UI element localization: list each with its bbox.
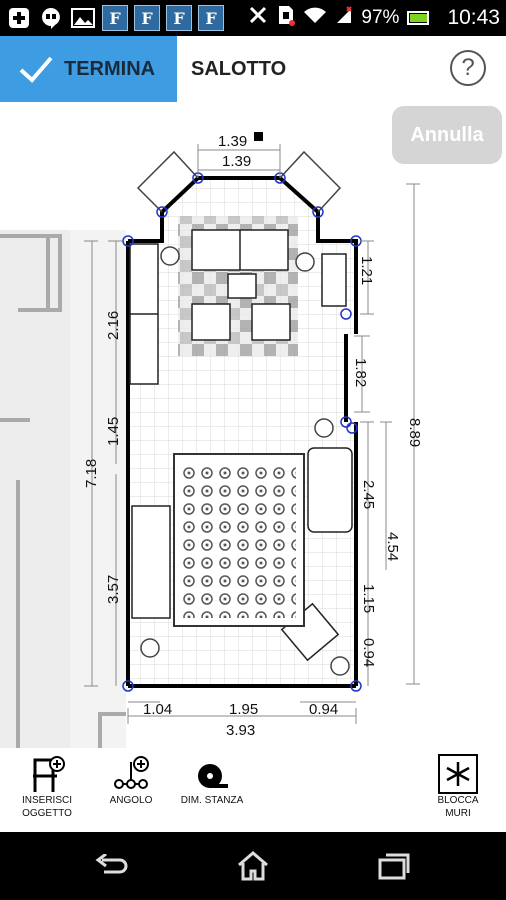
cabinet[interactable] — [321, 253, 347, 307]
adjacent-room — [0, 230, 126, 748]
battery-percent: 97% — [361, 7, 400, 28]
signal-icon — [335, 5, 353, 31]
corner-label: ANGOLO — [109, 795, 153, 806]
status-bar: F F F F 97% 10:43 — [0, 0, 506, 36]
dim-right-lower-c: 0.94 — [360, 638, 377, 667]
hangouts-icon — [38, 5, 64, 31]
dim-left-middle: 1.45 — [105, 417, 122, 446]
dim-bottom-right: 0.94 — [309, 701, 338, 718]
lock-walls-button[interactable]: BLOCCA MURI — [434, 754, 482, 820]
dim-right-upper: 1.21 — [358, 256, 375, 285]
floor-plan-canvas[interactable]: 1.39 1.39 1.21 1.82 8.89 2.16 1.45 7.18 … — [0, 104, 506, 748]
navigation-bar — [0, 832, 506, 900]
lock-walls-label: BLOCCA MURI — [437, 795, 479, 819]
dim-right-lower-b: 1.15 — [360, 584, 377, 613]
chair-plus-icon — [33, 756, 65, 792]
dim-bottom-left: 1.04 — [143, 701, 172, 718]
back-button[interactable] — [92, 850, 132, 882]
tape-measure-icon — [198, 764, 228, 788]
dim-left-total: 7.18 — [83, 459, 100, 488]
recent-apps-icon — [378, 853, 410, 880]
dim-left-upper: 2.16 — [105, 311, 122, 340]
armchair[interactable] — [191, 303, 231, 341]
battery-icon — [407, 11, 430, 25]
app-icon: F — [102, 5, 128, 31]
app-icon: F — [166, 5, 192, 31]
app-icon: F — [198, 5, 224, 31]
wifi-icon — [303, 5, 327, 31]
room-title: SALOTTO — [191, 58, 287, 80]
insert-object-label: INSERISCI OGGETTO — [21, 795, 72, 819]
back-icon — [95, 854, 128, 874]
dim-bottom-middle: 1.95 — [229, 701, 258, 718]
lamp-icon — [314, 418, 334, 438]
lamp-icon — [160, 246, 180, 266]
dim-right-lower-a: 2.45 — [360, 480, 377, 509]
dim-right-total: 8.89 — [406, 418, 423, 447]
help-button[interactable]: ? — [450, 50, 486, 86]
dim-right-middle: 1.82 — [352, 358, 369, 387]
done-label: TERMINA — [64, 57, 156, 80]
recent-apps-button[interactable] — [374, 850, 414, 882]
bluetooth-off-icon — [247, 4, 269, 32]
sim-alert-icon — [277, 4, 296, 32]
bookcase[interactable] — [131, 505, 171, 619]
lock-icon — [254, 132, 263, 141]
plus-icon — [6, 5, 32, 31]
lamp-icon — [330, 656, 350, 676]
home-button[interactable] — [233, 850, 273, 882]
sofa[interactable] — [307, 447, 353, 533]
side-table[interactable] — [227, 273, 257, 299]
corner-plus-icon — [114, 756, 149, 789]
lamp-icon — [295, 252, 315, 272]
clock: 10:43 — [447, 6, 500, 29]
app-icon: F — [134, 5, 160, 31]
header: TERMINA SALOTTO ? — [0, 36, 506, 104]
room-dimension-label: DIM. STANZA — [180, 795, 244, 806]
dim-top-locked: 1.39 — [218, 133, 247, 150]
home-icon — [238, 851, 268, 881]
done-button[interactable]: TERMINA — [0, 36, 177, 102]
checkmark-icon — [19, 56, 53, 83]
dim-left-lower: 3.57 — [105, 575, 122, 604]
snowflake-icon — [438, 754, 478, 794]
notification-icons: F F F F — [6, 4, 224, 32]
undo-button[interactable]: Annulla — [392, 106, 502, 164]
room-dimension-button[interactable]: DIM. STANZA — [174, 754, 250, 807]
floor-plan[interactable]: 1.39 1.39 1.21 1.82 8.89 2.16 1.45 7.18 … — [0, 104, 506, 748]
image-icon — [70, 5, 96, 31]
dim-right-lower-total: 4.54 — [384, 532, 401, 561]
lamp-icon — [140, 638, 160, 658]
corner-button[interactable]: ANGOLO — [104, 754, 158, 807]
armchair[interactable] — [251, 303, 291, 341]
dim-bottom-total: 3.93 — [226, 722, 255, 739]
system-icons: 97% 10:43 — [247, 4, 500, 32]
insert-object-button[interactable]: INSERISCI OGGETTO — [18, 754, 76, 820]
dim-top-inner: 1.39 — [222, 153, 251, 170]
bottom-toolbar: INSERISCI OGGETTO ANGOLO DIM. STANZA BLO… — [0, 748, 506, 832]
